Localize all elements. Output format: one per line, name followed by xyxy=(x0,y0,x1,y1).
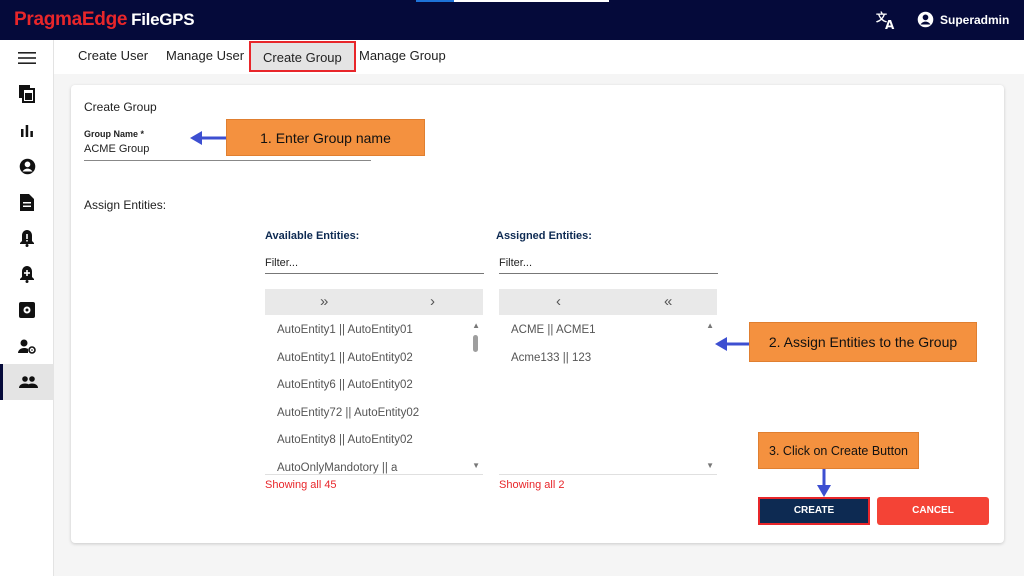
translate-icon[interactable]: 文 A xyxy=(876,10,898,30)
app-logo[interactable]: PragmaEdge FileGPS xyxy=(14,9,195,31)
scroll-down-arrow[interactable]: ▼ xyxy=(706,461,714,470)
menu-icon xyxy=(18,52,36,64)
bar-chart-icon xyxy=(21,125,33,137)
sidebar-item-add-alert[interactable] xyxy=(0,256,54,292)
scroll-up-arrow[interactable]: ▲ xyxy=(472,321,480,330)
tab-bar: Create User Manage User Create Group Man… xyxy=(54,40,1024,74)
list-item[interactable]: AutoOnlyMandotory || a xyxy=(265,455,483,475)
arrow-left-icon xyxy=(190,131,226,145)
arrow-down-icon xyxy=(817,469,831,497)
top-app-bar: PragmaEdge FileGPS 文 A Superadmin xyxy=(0,0,1024,40)
group-name-label: Group Name * xyxy=(84,129,145,139)
cancel-button[interactable]: CANCEL xyxy=(877,497,989,525)
sidebar-item-account[interactable] xyxy=(0,148,54,184)
user-settings-icon xyxy=(18,339,36,354)
form-title: Create Group xyxy=(84,100,157,114)
tab-create-group[interactable]: Create Group xyxy=(249,41,356,72)
svg-text:A: A xyxy=(885,18,895,30)
add-alert-icon xyxy=(20,265,34,283)
top-accent-bar xyxy=(416,0,609,2)
group-name-underline xyxy=(84,160,371,161)
tab-create-user[interactable]: Create User xyxy=(78,48,148,63)
available-entities-list[interactable]: AutoEntity1 || AutoEntity01 AutoEntity1 … xyxy=(265,317,483,475)
list-item[interactable]: Acme133 || 123 xyxy=(499,345,717,373)
document-icon xyxy=(20,193,34,211)
sidebar xyxy=(0,40,54,576)
available-entities-heading: Available Entities: xyxy=(265,230,360,242)
accent-segment xyxy=(416,0,454,2)
sidebar-item-files[interactable] xyxy=(0,76,54,112)
group-name-input[interactable]: ACME Group xyxy=(84,143,149,155)
callout-step-1: 1. Enter Group name xyxy=(226,119,425,156)
assigned-filter-underline xyxy=(499,273,718,274)
tab-manage-group[interactable]: Manage Group xyxy=(359,48,446,63)
alert-bell-icon xyxy=(20,229,34,247)
groups-icon xyxy=(19,376,38,388)
assigned-entities-heading: Assigned Entities: xyxy=(496,230,592,242)
create-button[interactable]: CREATE xyxy=(758,497,870,525)
settings-box-icon xyxy=(19,302,35,318)
scroll-up-arrow[interactable]: ▲ xyxy=(706,321,714,330)
move-right-button[interactable]: › xyxy=(430,293,435,310)
move-left-button[interactable]: ‹ xyxy=(556,293,561,310)
create-group-card: Create Group Group Name * ACME Group Ass… xyxy=(71,85,1004,543)
list-item[interactable]: ACME || ACME1 xyxy=(499,317,717,345)
brand-name: PragmaEdge xyxy=(14,9,128,30)
available-count: Showing all 45 xyxy=(265,479,337,491)
move-all-left-button[interactable]: « xyxy=(664,293,672,310)
sidebar-item-settings[interactable] xyxy=(0,292,54,328)
scrollbar-thumb[interactable] xyxy=(473,335,478,352)
product-name: FileGPS xyxy=(131,10,195,29)
user-name: Superadmin xyxy=(940,12,1010,27)
assigned-count: Showing all 2 xyxy=(499,479,565,491)
callout-step-3: 3. Click on Create Button xyxy=(758,432,919,469)
files-icon xyxy=(19,85,35,103)
move-all-right-button[interactable]: » xyxy=(320,293,328,310)
assigned-filter-input[interactable]: Filter... xyxy=(499,257,532,269)
sidebar-menu-toggle[interactable] xyxy=(0,40,54,76)
tab-manage-user[interactable]: Manage User xyxy=(166,48,244,63)
scroll-down-arrow[interactable]: ▼ xyxy=(472,461,480,470)
assigned-button-bar: ‹ « xyxy=(499,289,717,315)
arrow-left-icon xyxy=(715,337,749,351)
sidebar-item-groups[interactable] xyxy=(0,364,54,400)
sidebar-item-reports[interactable] xyxy=(0,112,54,148)
available-button-bar: » › xyxy=(265,289,483,315)
list-item[interactable]: AutoEntity6 || AutoEntity02 xyxy=(265,372,483,400)
list-item[interactable]: AutoEntity72 || AutoEntity02 xyxy=(265,400,483,428)
list-item[interactable]: AutoEntity1 || AutoEntity02 xyxy=(265,345,483,373)
account-icon xyxy=(19,158,35,174)
user-menu[interactable]: Superadmin xyxy=(917,11,1009,28)
sidebar-item-user-settings[interactable] xyxy=(0,328,54,364)
list-item[interactable]: AutoEntity1 || AutoEntity01 xyxy=(265,317,483,345)
account-circle-icon xyxy=(917,11,934,28)
assign-entities-label: Assign Entities: xyxy=(84,198,167,212)
assigned-entities-list[interactable]: ACME || ACME1 Acme133 || 123 ▲ ▼ xyxy=(499,317,717,475)
available-filter-input[interactable]: Filter... xyxy=(265,257,298,269)
available-filter-underline xyxy=(265,273,484,274)
sidebar-item-documents[interactable] xyxy=(0,184,54,220)
list-item[interactable]: AutoEntity8 || AutoEntity02 xyxy=(265,427,483,455)
sidebar-item-alerts[interactable] xyxy=(0,220,54,256)
callout-step-2: 2. Assign Entities to the Group xyxy=(749,322,977,362)
